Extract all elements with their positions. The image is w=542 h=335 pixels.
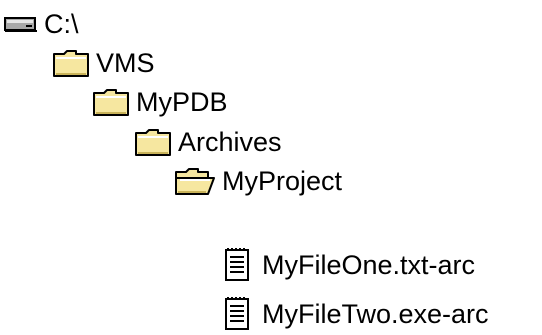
folder-closed-icon [134,127,172,157]
tree-node-file-myfiletwo[interactable]: MyFileTwo.exe-arc [224,294,489,334]
folder-closed-icon [52,48,90,78]
folder-closed-icon [92,87,130,117]
tree-node-label: MyProject [222,166,343,196]
file-tree: C:\ VMS MyPDB Archives MyProject MyFileO… [0,0,542,335]
tree-node-label: MyFileTwo.exe-arc [262,299,489,329]
tree-node-folder-myproject[interactable]: MyProject [174,161,342,201]
document-icon [224,248,250,282]
tree-node-label: Archives [178,127,282,157]
tree-node-label: MyFileOne.txt-arc [262,250,476,280]
tree-node-label: VMS [96,48,155,78]
tree-node-label: C:\ [44,9,79,39]
drive-icon [4,15,38,33]
document-icon [224,297,250,331]
tree-node-folder-vms[interactable]: VMS [52,43,155,83]
tree-node-folder-archives[interactable]: Archives [134,122,282,162]
tree-node-folder-mypdb[interactable]: MyPDB [92,82,228,122]
tree-node-drive-c[interactable]: C:\ [4,4,79,44]
tree-node-label: MyPDB [136,87,228,117]
folder-open-icon [174,166,216,196]
tree-node-file-myfileone[interactable]: MyFileOne.txt-arc [224,245,475,285]
